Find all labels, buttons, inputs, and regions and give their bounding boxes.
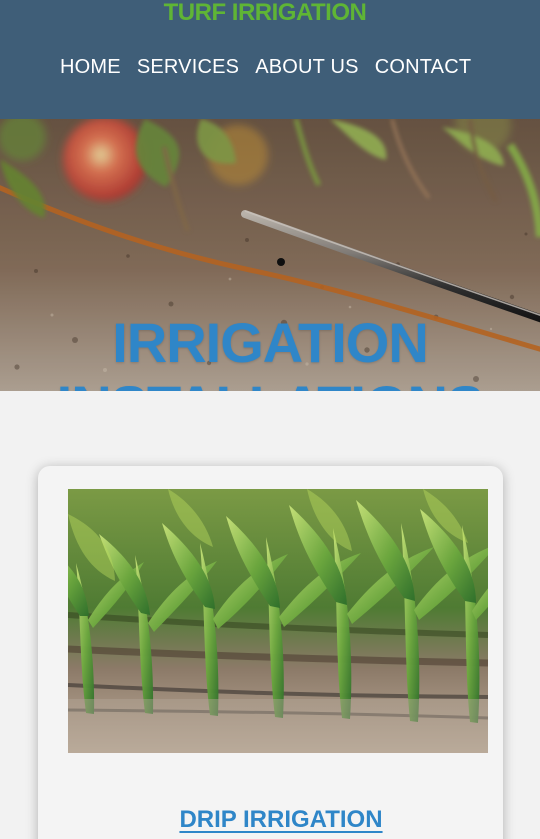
corn-field-icon (68, 489, 488, 753)
nav-contact-link[interactable]: CONTACT (375, 54, 472, 80)
hero-title: IRRIGATION INSTALLATIONS (57, 311, 485, 391)
nav-home-link[interactable]: HOME (60, 54, 121, 80)
drip-irrigation-image[interactable] (68, 489, 488, 753)
site-brand[interactable]: TURF IRRIGATION (0, 0, 530, 28)
site-header: TURF IRRIGATION HOME SERVICES ABOUT US C… (0, 0, 540, 119)
drip-irrigation-card[interactable]: DRIP IRRIGATION (38, 466, 503, 839)
services-section: DRIP IRRIGATION (0, 391, 540, 839)
hero-banner: IRRIGATION INSTALLATIONS (0, 119, 540, 391)
nav-about-us-link[interactable]: ABOUT US (255, 54, 358, 80)
nav-services-link[interactable]: SERVICES (137, 54, 239, 80)
main-nav: HOME SERVICES ABOUT US CONTACT (60, 54, 471, 80)
drip-irrigation-link[interactable]: DRIP IRRIGATION (38, 804, 524, 836)
